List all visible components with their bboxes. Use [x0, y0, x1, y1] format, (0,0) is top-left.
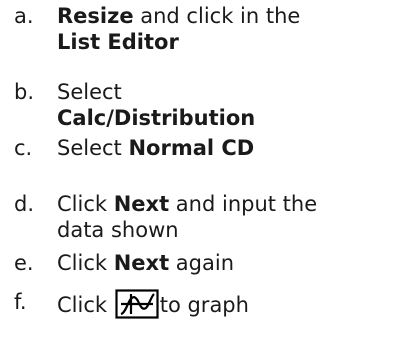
plain-text: Click [57, 293, 114, 317]
step-letter: b. [14, 80, 35, 104]
bold-term: Calc/Distribution [57, 106, 256, 130]
step-text: Click Next again [57, 250, 387, 276]
bold-term: Next [113, 192, 170, 216]
step-text: Click to graph [57, 289, 387, 319]
plain-text: data shown [57, 218, 179, 242]
step-text: Select Normal CD [57, 135, 387, 161]
bold-term: List Editor [57, 30, 179, 54]
bold-term: Normal CD [128, 136, 255, 160]
bold-term: Next [113, 251, 170, 275]
plain-text: and click in the [133, 4, 301, 28]
plain-text: Click [57, 192, 114, 216]
step-letter: a. [14, 4, 34, 28]
step-letter: f. [14, 290, 27, 314]
step-text: Resize and click in the List Editor [57, 3, 387, 55]
step-text: Select Calc/Distribution [57, 79, 387, 131]
bold-term: Resize [57, 4, 134, 28]
plain-text: Select [57, 136, 129, 160]
graph-icon[interactable] [115, 289, 159, 319]
step-letter: d. [14, 192, 35, 216]
plain-text: to graph [159, 293, 249, 317]
plain-text: again [169, 251, 235, 275]
plain-text: Select [57, 80, 122, 104]
plain-text: and input the [169, 192, 318, 216]
step-letter: e. [14, 251, 34, 275]
step-letter: c. [14, 136, 33, 160]
plain-text: Click [57, 251, 114, 275]
step-text: Click Next and input the data shown [57, 191, 387, 243]
